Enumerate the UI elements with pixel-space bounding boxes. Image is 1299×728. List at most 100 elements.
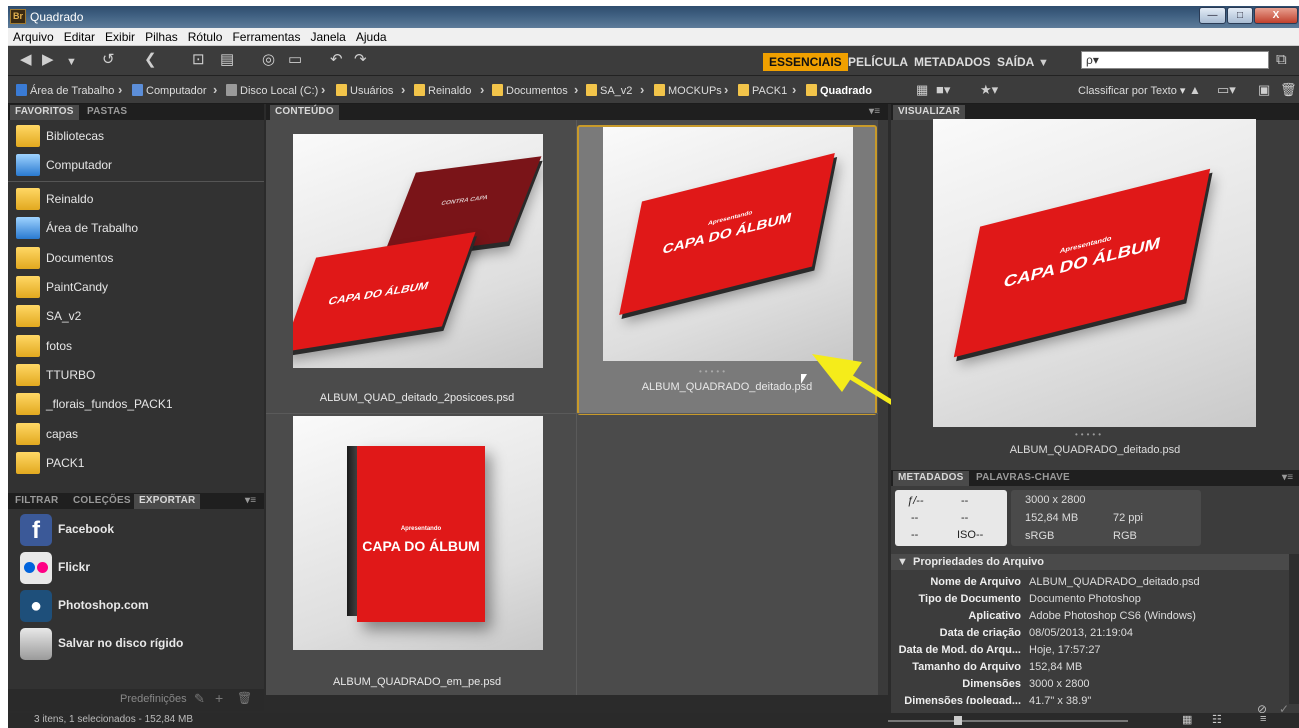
sort-dropdown[interactable]: Classificar por Texto ▾ bbox=[1078, 84, 1185, 97]
tab-pastas[interactable]: PASTAS bbox=[82, 105, 132, 120]
panel-menu-icon[interactable]: ▾≡ bbox=[240, 494, 261, 509]
trash-icon[interactable]: 🗑 bbox=[1280, 82, 1297, 98]
refine-icon[interactable]: ▤ bbox=[220, 52, 234, 68]
favorite-pack1[interactable]: PACK1 bbox=[8, 448, 264, 477]
breadcrumb-computador[interactable]: Computador bbox=[132, 84, 207, 97]
menu-exibir[interactable]: Exibir bbox=[100, 28, 140, 44]
export-facebook[interactable]: f Facebook bbox=[8, 511, 264, 549]
thumbnail-cell[interactable]: CONTRA CAPA CAPA DO ÁLBUM ALBUM_QUAD_dei… bbox=[267, 122, 567, 412]
chevron-right-icon: › bbox=[401, 82, 406, 97]
breadcrumb-mockups[interactable]: MOCKUPs bbox=[654, 84, 722, 97]
metadata-panel-header: METADADOS PALAVRAS-CHAVE ▾≡ bbox=[891, 470, 1299, 486]
slider-thumb[interactable] bbox=[954, 716, 962, 725]
breadcrumb-area-de-trabalho[interactable]: Área de Trabalho bbox=[16, 84, 114, 97]
rotate-right-icon[interactable]: ↷ bbox=[354, 52, 367, 68]
breadcrumb-label: MOCKUPs bbox=[668, 85, 722, 97]
quality-icon[interactable]: ▦ bbox=[916, 82, 928, 98]
favorite-reinaldo[interactable]: Reinaldo bbox=[8, 184, 264, 213]
favorite-tturbo[interactable]: TTURBO bbox=[8, 360, 264, 389]
favorite-florais-fundos[interactable]: _florais_fundos_PACK1 bbox=[8, 389, 264, 418]
breadcrumb-disco-local[interactable]: Disco Local (C:) bbox=[226, 84, 318, 97]
details-view-icon[interactable]: ☷ bbox=[1212, 713, 1222, 726]
workspace-metadados[interactable]: METADADOS bbox=[914, 55, 990, 69]
folder-icon bbox=[586, 84, 597, 96]
add-icon[interactable]: + bbox=[215, 690, 223, 706]
close-button[interactable]: X bbox=[1254, 7, 1298, 24]
favorite-sa-v2[interactable]: SA_v2 bbox=[8, 301, 264, 330]
metadata-scrollbar[interactable] bbox=[1289, 554, 1299, 704]
workspace-dropdown-icon[interactable]: ▼ bbox=[1038, 55, 1049, 71]
favorite-fotos[interactable]: fotos bbox=[8, 331, 264, 360]
breadcrumb-quadrado[interactable]: Quadrado bbox=[806, 84, 872, 97]
menu-janela[interactable]: Janela bbox=[305, 28, 350, 44]
breadcrumb-usuarios[interactable]: Usuários bbox=[336, 84, 393, 97]
star-filter-icon[interactable]: ★▾ bbox=[980, 82, 998, 98]
tab-filtrar[interactable]: FILTRAR bbox=[10, 494, 63, 509]
favorite-capas[interactable]: capas bbox=[8, 419, 264, 448]
sort-ascending-icon[interactable]: ▲ bbox=[1189, 82, 1201, 98]
favorite-area-de-trabalho[interactable]: Área de Trabalho bbox=[8, 213, 264, 242]
resolution-value: 72 ppi bbox=[1113, 512, 1143, 524]
camera-import-icon[interactable]: ⊡ bbox=[192, 52, 205, 68]
favorite-paintcandy[interactable]: PaintCandy bbox=[8, 272, 264, 301]
breadcrumb-sa-v2[interactable]: SA_v2 bbox=[586, 84, 632, 97]
open-folder-icon[interactable]: ▭▾ bbox=[1217, 82, 1236, 98]
boomerang-icon[interactable]: ↺ bbox=[102, 52, 115, 68]
label-filter-icon[interactable]: ■▾ bbox=[936, 82, 950, 98]
menu-editar[interactable]: Editar bbox=[59, 28, 100, 44]
new-folder-icon[interactable]: ▣ bbox=[1258, 82, 1270, 98]
favorite-label: Reinaldo bbox=[46, 192, 94, 206]
list-view-icon[interactable]: ≡ bbox=[1260, 713, 1266, 725]
tab-palavras-chave[interactable]: PALAVRAS-CHAVE bbox=[971, 471, 1075, 486]
export-hard-disk[interactable]: Salvar no disco rígido bbox=[8, 625, 264, 663]
color-mode-value: RGB bbox=[1113, 530, 1137, 542]
workspace-saida[interactable]: SAÍDA bbox=[997, 55, 1034, 69]
content-panel: CONTEÚDO ▾≡ CONTRA CAPA CAPA DO ÁLBUM AL… bbox=[266, 104, 958, 696]
favorite-label: Bibliotecas bbox=[46, 129, 105, 143]
maximize-button[interactable]: □ bbox=[1227, 7, 1253, 24]
tab-favoritos[interactable]: FAVORITOS bbox=[10, 105, 79, 120]
favorite-documentos[interactable]: Documentos bbox=[8, 243, 264, 272]
search-input[interactable]: ρ▾ bbox=[1081, 51, 1269, 69]
menu-arquivo[interactable]: Arquivo bbox=[8, 28, 59, 44]
minimize-button[interactable]: — bbox=[1199, 7, 1226, 24]
back-arrow-icon[interactable]: ◀ bbox=[20, 52, 32, 68]
reveal-icon[interactable]: ❮ bbox=[144, 52, 157, 68]
breadcrumb-reinaldo[interactable]: Reinaldo bbox=[414, 84, 471, 97]
thumbnail-size-slider[interactable] bbox=[888, 720, 1128, 722]
workspace-essenciais[interactable]: ESSENCIAIS bbox=[763, 53, 848, 71]
rotate-left-icon[interactable]: ↶ bbox=[330, 52, 343, 68]
grid-view-icon[interactable]: ▦ bbox=[1182, 713, 1192, 726]
favorite-bibliotecas[interactable]: Bibliotecas bbox=[8, 121, 264, 150]
thumbnail-cell[interactable]: Apresentando CAPA DO ÁLBUM ALBUM_QUADRAD… bbox=[267, 406, 567, 696]
menu-rotulo[interactable]: Rótulo bbox=[183, 28, 228, 44]
history-dropdown-icon[interactable]: ▼ bbox=[66, 54, 77, 70]
menu-ferramentas[interactable]: Ferramentas bbox=[227, 28, 305, 44]
tab-visualizar[interactable]: VISUALIZAR bbox=[893, 105, 965, 120]
delete-icon[interactable]: 🗑 bbox=[237, 691, 252, 705]
forward-arrow-icon[interactable]: ▶ bbox=[42, 52, 54, 68]
menu-ajuda[interactable]: Ajuda bbox=[351, 28, 392, 44]
tab-exportar[interactable]: EXPORTAR bbox=[134, 494, 201, 509]
new-folder-icon[interactable]: ▭ bbox=[288, 52, 302, 68]
camera-data-box: ƒ/-- -- -- -- -- ISO-- bbox=[895, 490, 1007, 546]
export-flickr[interactable]: Flickr bbox=[8, 549, 264, 587]
open-recent-icon[interactable]: ◎ bbox=[262, 52, 275, 68]
edit-icon[interactable]: ✎ bbox=[194, 691, 205, 707]
breadcrumb-label: SA_v2 bbox=[600, 85, 633, 97]
export-photoshop-com[interactable]: ● Photoshop.com bbox=[8, 587, 264, 625]
tab-metadados[interactable]: METADADOS bbox=[893, 471, 969, 486]
file-properties-header[interactable]: ▼ Propriedades do Arquivo bbox=[891, 554, 1291, 570]
tab-conteudo[interactable]: CONTEÚDO bbox=[270, 105, 339, 120]
panel-menu-icon[interactable]: ▾≡ bbox=[1277, 471, 1298, 486]
tab-colecoes[interactable]: COLEÇÕES bbox=[68, 494, 136, 509]
breadcrumb-documentos[interactable]: Documentos bbox=[492, 84, 568, 97]
facebook-icon: f bbox=[20, 514, 52, 546]
workspace-pelicula[interactable]: PELÍCULA bbox=[848, 55, 908, 69]
breadcrumb-pack1[interactable]: PACK1 bbox=[738, 84, 787, 97]
panel-menu-icon[interactable]: ▾≡ bbox=[864, 105, 885, 120]
thumbnail-dots: ••••• bbox=[699, 367, 729, 376]
menu-pilhas[interactable]: Pilhas bbox=[140, 28, 183, 44]
favorite-computador[interactable]: Computador bbox=[8, 150, 264, 179]
compact-mode-icon[interactable]: ⧉ bbox=[1276, 52, 1287, 68]
